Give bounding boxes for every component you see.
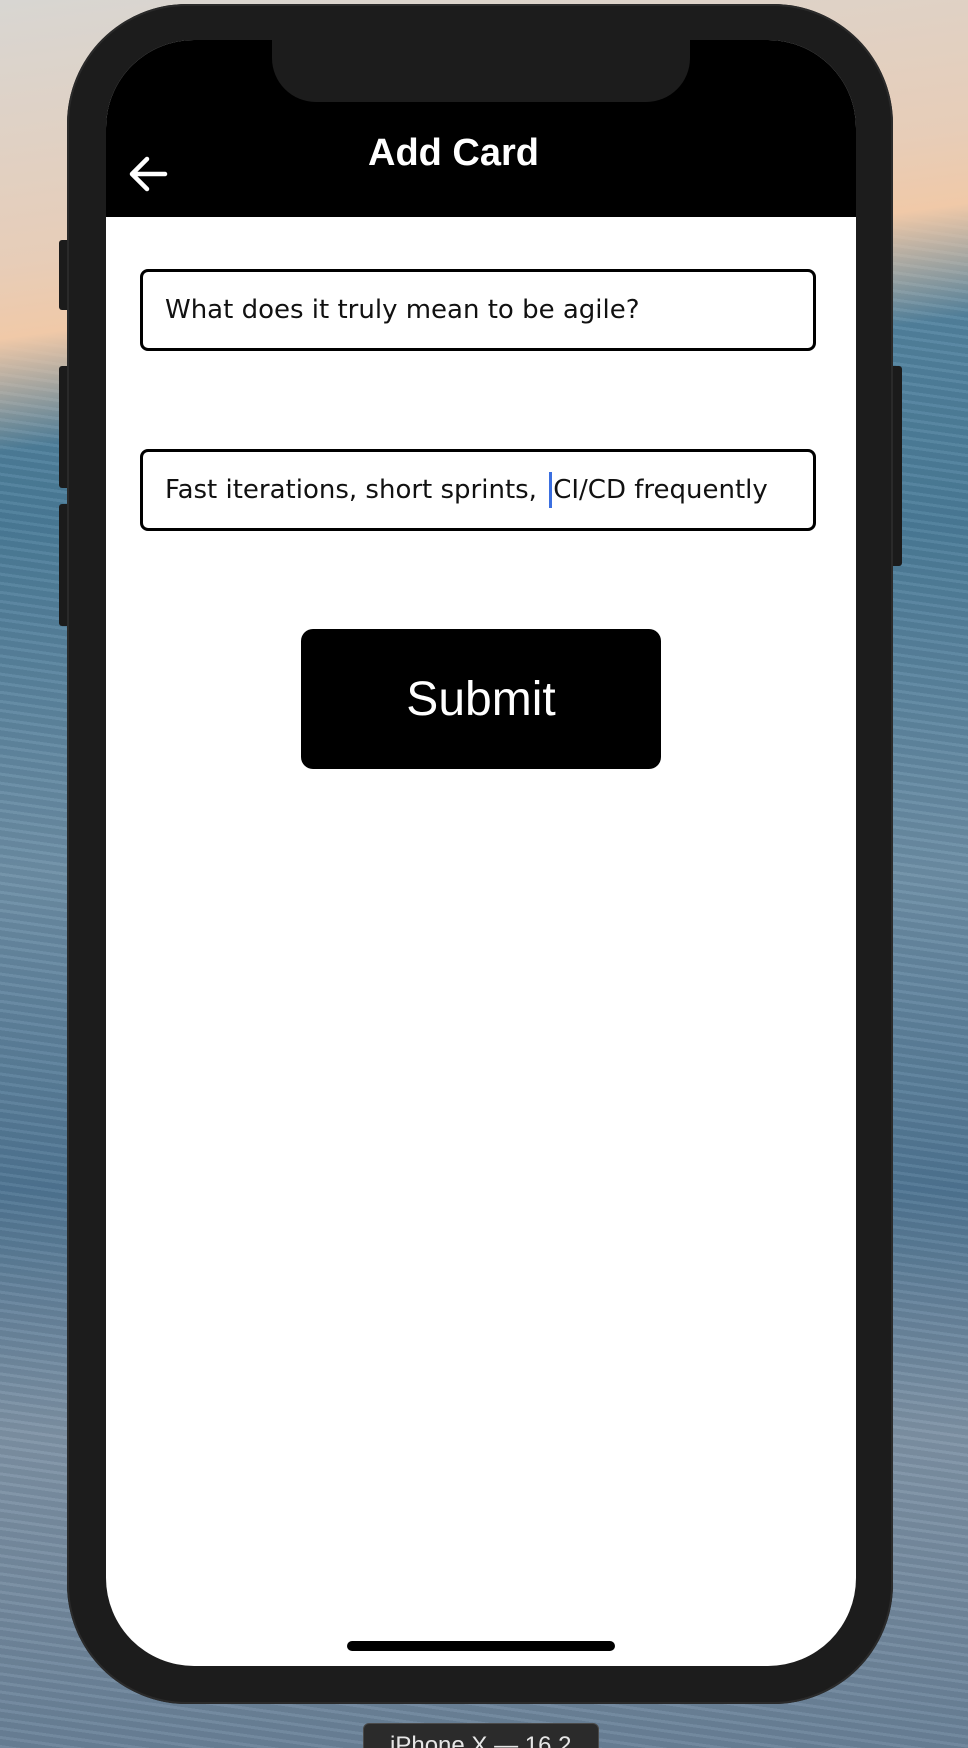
answer-input-value-before: Fast iterations, short sprints, [165, 475, 546, 505]
simulator-background: Add Card What does it truly mean to be a… [0, 0, 968, 1748]
home-indicator [347, 1641, 615, 1651]
question-input[interactable]: What does it truly mean to be agile? [140, 269, 816, 351]
question-input-value: What does it truly mean to be agile? [165, 295, 640, 325]
simulator-device-label: iPhone X — 16.2 [363, 1723, 599, 1748]
answer-input-value-after: CI/CD frequently [553, 475, 768, 505]
submit-button[interactable]: Submit [301, 629, 661, 769]
phone-frame: Add Card What does it truly mean to be a… [67, 4, 893, 1704]
text-caret [549, 472, 553, 508]
device-notch [272, 40, 690, 102]
page-title: Add Card [368, 132, 539, 174]
app-screen: Add Card What does it truly mean to be a… [106, 40, 856, 1666]
answer-input[interactable]: Fast iterations, short sprints, CI/CD fr… [140, 449, 816, 531]
